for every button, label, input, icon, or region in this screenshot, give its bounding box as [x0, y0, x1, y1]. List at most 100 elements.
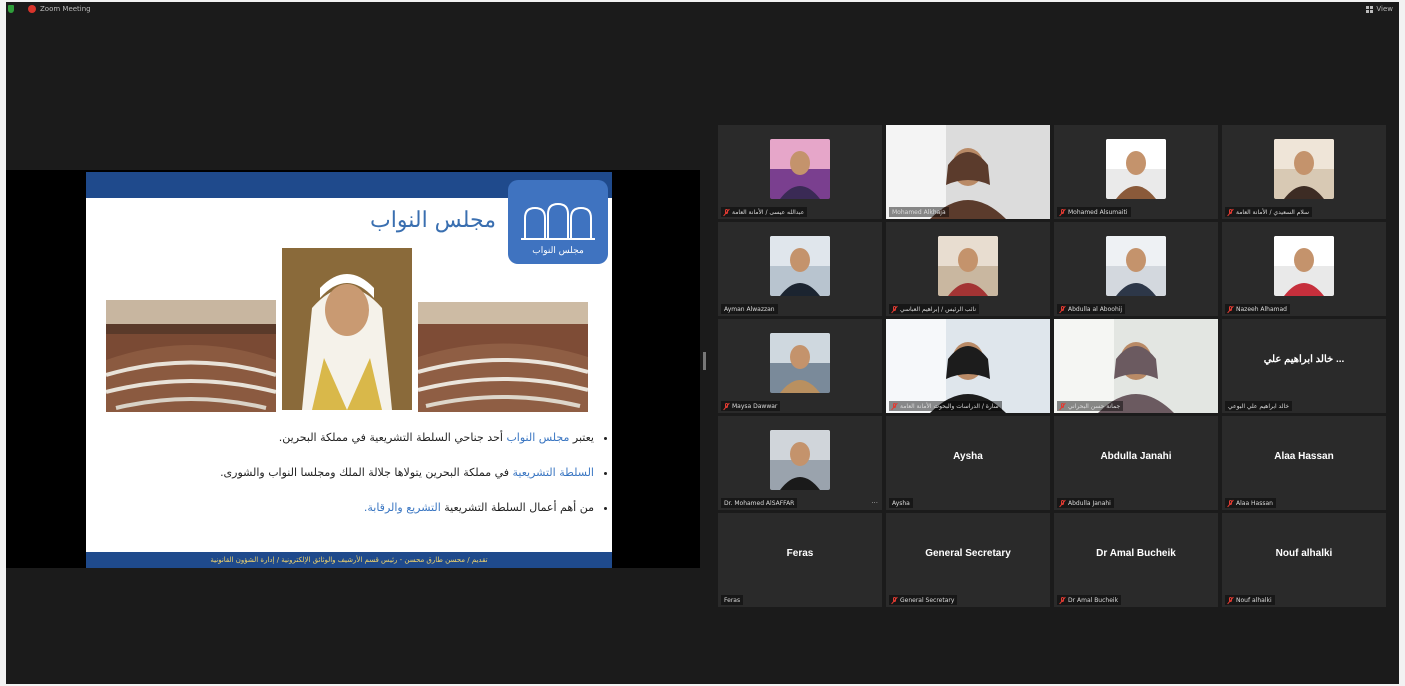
participant-tile[interactable]: General Secretary General Secretary — [886, 513, 1050, 607]
bullet-item: السلطة التشريعية في مملكة البحرين يتولاه… — [94, 465, 594, 481]
participant-tile[interactable]: Mohamed Alsumaiti — [1054, 125, 1218, 219]
participant-name-label: جمانة حسن البحراني — [1057, 401, 1124, 411]
participant-name: Maysa Dawwar — [732, 402, 778, 410]
participant-tile[interactable]: Maysa Dawwar — [718, 319, 882, 413]
participant-name: Alaa Hassan — [1236, 499, 1273, 507]
participant-tile[interactable]: سلام السعيدي / الأمانة العامة — [1222, 125, 1386, 219]
participant-tile[interactable]: Feras Feras — [718, 513, 882, 607]
mic-muted-icon — [1228, 208, 1233, 216]
participant-name-label: General Secretary — [889, 595, 958, 605]
portrait-photo — [282, 248, 412, 410]
participant-name: Dr Amal Bucheik — [1068, 596, 1119, 604]
participant-tile[interactable]: Dr Amal Bucheik Dr Amal Bucheik — [1054, 513, 1218, 607]
participant-avatar — [770, 430, 830, 490]
shared-screen: مجلس النواب مجلس النواب • يعتبر مجلس الن… — [6, 170, 700, 568]
participant-name-label: Nazeeh Alhamad — [1225, 304, 1290, 314]
participant-tile[interactable]: Ayman Alwazzan — [718, 222, 882, 316]
participant-name-label: خالد ابراهيم علي البوعي — [1225, 401, 1293, 411]
participant-name: Abdulla Janahi — [1068, 499, 1111, 507]
participant-tile[interactable]: Aysha Aysha — [886, 416, 1050, 510]
participant-avatar — [1106, 236, 1166, 296]
participant-tile[interactable]: جمانة حسن البحراني — [1054, 319, 1218, 413]
participant-gallery: عبدالله عيسى / الأمانة العامة Mohamed Alk… — [718, 125, 1388, 613]
mic-muted-icon — [1060, 402, 1065, 410]
participant-tile[interactable]: Abdulla Janahi Abdulla Janahi — [1054, 416, 1218, 510]
participant-name-label: Ayman Alwazzan — [721, 304, 778, 314]
participant-name-label: Aysha — [889, 498, 913, 508]
mic-muted-icon — [1228, 499, 1233, 507]
mic-muted-icon — [724, 402, 729, 410]
mic-muted-icon — [892, 596, 897, 604]
participant-avatar — [770, 236, 830, 296]
participant-name: Feras — [724, 596, 741, 604]
participant-name-label: عبدالله عيسى / الأمانة العامة — [721, 207, 808, 217]
participant-avatar — [1274, 139, 1334, 199]
participant-name: Nazeeh Alhamad — [1236, 305, 1287, 313]
participant-display-name: Feras — [786, 547, 814, 559]
mic-muted-icon — [1228, 305, 1233, 313]
mic-muted-icon — [1060, 499, 1065, 507]
participant-display-name: Aysha — [953, 450, 983, 462]
participant-display-name: خالد ابراهيم علي ... — [1263, 353, 1345, 365]
bullet-item: من أهم أعمال السلطة التشريعية التشريع وا… — [94, 500, 594, 516]
participant-tile[interactable]: خالد ابراهيم علي ... خالد ابراهيم علي الب… — [1222, 319, 1386, 413]
mic-muted-icon — [892, 305, 897, 313]
participant-name: سلام السعيدي / الأمانة العامة — [1236, 208, 1310, 216]
participant-tile[interactable]: Nouf alhalki Nouf alhalki — [1222, 513, 1386, 607]
participant-name-label: Mohamed Alsumaiti — [1057, 207, 1131, 217]
participant-tile[interactable]: Alaa Hassan Alaa Hassan — [1222, 416, 1386, 510]
participant-name-label: سارة / الدراسات والبحوث الأمانة العامة — [889, 401, 1002, 411]
participant-name: عبدالله عيسى / الأمانة العامة — [732, 208, 805, 216]
app-title: Zoom Meeting — [40, 5, 91, 13]
participant-avatar — [770, 333, 830, 393]
arches-icon — [521, 202, 595, 240]
participant-avatar — [1274, 236, 1334, 296]
participant-tile[interactable]: Mohamed Alkhaja — [886, 125, 1050, 219]
participant-name-label: Feras — [721, 595, 744, 605]
chamber-photo-right — [418, 302, 588, 412]
participant-name-label: Alaa Hassan — [1225, 498, 1276, 508]
participant-tile[interactable]: نائب الرئيس / إبراهيم العباسي — [886, 222, 1050, 316]
presentation-slide: مجلس النواب مجلس النواب • يعتبر مجلس الن… — [86, 172, 612, 568]
participant-tile[interactable]: Abdulla al Aboohij — [1054, 222, 1218, 316]
participant-display-name: Abdulla Janahi — [1100, 450, 1172, 462]
participant-tile[interactable]: عبدالله عيسى / الأمانة العامة — [718, 125, 882, 219]
mic-muted-icon — [892, 402, 897, 410]
security-shield-icon[interactable] — [8, 5, 14, 13]
participant-name-label: Dr Amal Bucheik — [1057, 595, 1122, 605]
slide-footer: تقديم / محسن طارق محسن - رئيس قسم الأرشي… — [86, 552, 612, 568]
participant-name: جمانة حسن البحراني — [1068, 402, 1121, 410]
participant-name-label: سلام السعيدي / الأمانة العامة — [1225, 207, 1313, 217]
participant-name-label: Abdulla Janahi — [1057, 498, 1114, 508]
participant-tile[interactable]: Dr. Mohamed AlSAFFAR ··· — [718, 416, 882, 510]
participant-avatar — [1106, 139, 1166, 199]
participant-name-label: Maysa Dawwar — [721, 401, 781, 411]
participant-name: نائب الرئيس / إبراهيم العباسي — [900, 305, 976, 313]
more-options-icon[interactable]: ··· — [871, 499, 878, 507]
participant-video — [886, 319, 1050, 413]
participant-avatar — [770, 139, 830, 199]
participant-display-name: Dr Amal Bucheik — [1096, 547, 1176, 559]
participant-tile[interactable]: Nazeeh Alhamad — [1222, 222, 1386, 316]
mic-muted-icon — [1228, 596, 1233, 604]
view-button[interactable]: View — [1366, 5, 1393, 13]
participant-tile[interactable]: سارة / الدراسات والبحوث الأمانة العامة — [886, 319, 1050, 413]
chamber-photo-left — [106, 300, 276, 412]
participant-name: Aysha — [892, 499, 910, 507]
slide-title: مجلس النواب — [370, 208, 496, 233]
participant-video — [886, 125, 1050, 219]
mic-muted-icon — [1060, 208, 1065, 216]
participant-video — [1054, 319, 1218, 413]
participant-display-name: General Secretary — [925, 547, 1011, 559]
participant-name: Ayman Alwazzan — [724, 305, 775, 313]
participant-name: Mohamed Alsumaiti — [1068, 208, 1128, 216]
participant-name-label: Dr. Mohamed AlSAFFAR — [721, 498, 798, 508]
grid-view-icon — [1366, 5, 1374, 13]
parliament-logo: مجلس النواب — [508, 180, 608, 264]
bullet-item: يعتبر مجلس النواب أحد جناحي السلطة التشر… — [94, 430, 594, 446]
participant-name: خالد ابراهيم علي البوعي — [1228, 402, 1290, 410]
participant-name: Mohamed Alkhaja — [892, 208, 946, 216]
participant-name-label: Abdulla al Aboohij — [1057, 304, 1126, 314]
participant-name: سارة / الدراسات والبحوث الأمانة العامة — [900, 402, 999, 410]
split-view-handle[interactable] — [703, 352, 706, 370]
